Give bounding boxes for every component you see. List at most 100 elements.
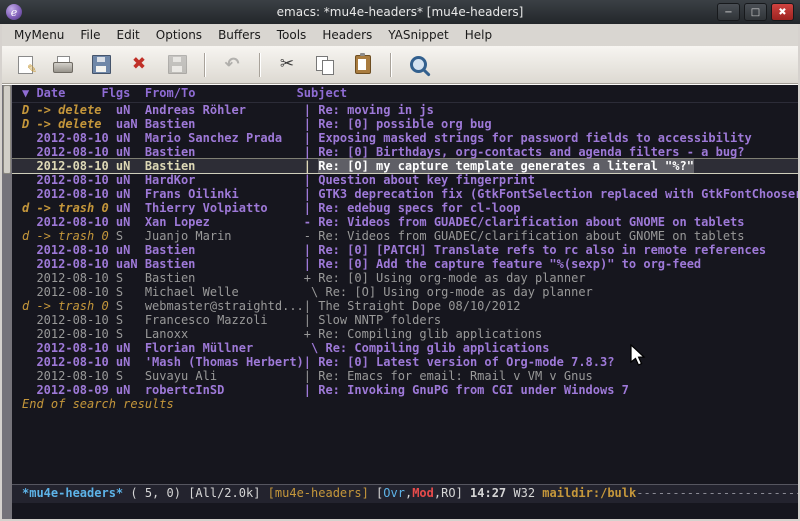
message-row[interactable]: D -> delete uaN Bastien | Re: [0] possib… (12, 117, 798, 131)
message-subject: Re: [0] Birthdays, org-contacts and agen… (318, 145, 744, 159)
kill-buffer-button[interactable]: ✖ (124, 51, 154, 79)
menu-headers[interactable]: Headers (314, 25, 380, 45)
column-header-flags[interactable]: Flgs (101, 86, 144, 100)
thread-prefix: | (304, 355, 318, 369)
message-flags: uN (116, 173, 145, 187)
thread-prefix: - (304, 215, 318, 229)
message-row[interactable]: 2012-08-10 uN Bastien | Re: [0] [PATCH] … (12, 243, 798, 257)
message-subject: Re: [O] my capture template generates a … (318, 159, 694, 173)
message-row[interactable]: 2012-08-10 S Suvayu Ali | Re: Emacs for … (12, 369, 798, 383)
message-subject: Re: [O] Using org-mode as day planner (325, 285, 592, 299)
message-row[interactable]: 2012-08-09 uN robertcInSD | Re: Invoking… (12, 383, 798, 397)
message-row[interactable]: d -> trash 0 S Juanjo Marin - Re: Videos… (12, 229, 798, 243)
menu-edit[interactable]: Edit (109, 25, 148, 45)
modeline-window-id: W32 (513, 486, 542, 500)
message-from: Francesco Mazzoli (145, 313, 304, 327)
message-subject: Re: [0] possible org bug (318, 117, 491, 131)
close-icon: ✖ (778, 7, 786, 18)
message-subject: Re: Videos from GUADEC/clarification abo… (318, 215, 744, 229)
modeline-dashes: ----------------------------------------… (636, 486, 798, 500)
menu-options[interactable]: Options (148, 25, 210, 45)
modeline-flag-bracket: ] (456, 486, 470, 500)
message-subject: Re: [0] Latest version of Org-mode 7.8.3… (318, 355, 614, 369)
window-controls: −□ ✖ (717, 3, 794, 21)
maximize-button[interactable]: □ (744, 3, 767, 21)
message-from: Suvayu Ali (145, 369, 304, 383)
message-subject: The Straight Dope 08/10/2012 (318, 299, 520, 313)
menu-tools[interactable]: Tools (269, 25, 315, 45)
paste-icon (353, 56, 373, 74)
new-file-icon: ✎ (15, 56, 35, 74)
message-flags: uN (116, 103, 145, 117)
message-row[interactable]: d -> trash 0 uN Thierry Volpiatto | Re: … (12, 201, 798, 215)
headers-column-line: ▼ Date Flgs From/To Subject (12, 85, 798, 103)
message-date: 2012-08-10 (22, 313, 116, 327)
modeline-flag-mod: Mod (412, 486, 434, 500)
message-row[interactable]: 2012-08-10 uaN Bastien | Re: [0] Add the… (12, 257, 798, 271)
mode-line: *mu4e-headers* ( 5, 0) [All/2.0k] [mu4e-… (12, 484, 798, 503)
thread-prefix: | (304, 145, 318, 159)
message-row[interactable]: 2012-08-10 S Lanoxx + Re: Compiling glib… (12, 327, 798, 341)
copy-button[interactable] (310, 51, 340, 79)
thread-prefix: | (304, 383, 318, 397)
message-flags: uN (116, 131, 145, 145)
save-button[interactable] (86, 51, 116, 79)
window-title: emacs: *mu4e-headers* [mu4e-headers] (0, 0, 800, 24)
menu-file[interactable]: File (72, 25, 108, 45)
column-header-from-to[interactable]: From/To (145, 86, 297, 100)
search-button[interactable] (403, 51, 433, 79)
message-row[interactable]: 2012-08-10 S Bastien + Re: [0] Using org… (12, 271, 798, 285)
message-row[interactable]: 2012-08-10 uN HardKor | Question about k… (12, 173, 798, 187)
message-row[interactable]: 2012-08-10 S Michael Welle \ Re: [O] Usi… (12, 285, 798, 299)
message-flags: uaN (116, 117, 145, 131)
message-row[interactable]: d -> trash 0 S webmaster@straightd...| T… (12, 299, 798, 313)
new-file-button[interactable]: ✎ (10, 51, 40, 79)
message-from: Bastien (145, 243, 304, 257)
thread-prefix: - (304, 229, 318, 243)
message-list: D -> delete uN Andreas Röhler | Re: movi… (12, 103, 798, 397)
cut-button[interactable]: ✂ (272, 51, 302, 79)
maximize-icon: □ (751, 7, 760, 18)
minimize-button[interactable]: − (717, 3, 740, 21)
message-date: D -> delete (22, 103, 116, 117)
message-row[interactable]: 2012-08-10 uN Florian Müllner \ Re: Comp… (12, 341, 798, 355)
thread-prefix: | (304, 159, 318, 173)
message-row[interactable]: D -> delete uN Andreas Röhler | Re: movi… (12, 103, 798, 117)
tool-bar: ✎ ✖ ↶ ✂ (2, 46, 798, 84)
thread-prefix: | (304, 299, 318, 313)
message-date: 2012-08-10 (22, 159, 116, 173)
message-row[interactable]: 2012-08-10 S Francesco Mazzoli | Slow NN… (12, 313, 798, 327)
menu-yasnippet[interactable]: YASnippet (380, 25, 457, 45)
thread-prefix: \ (304, 285, 326, 299)
message-from: Bastien (145, 117, 304, 131)
message-flags: S (116, 271, 145, 285)
paste-button[interactable] (348, 51, 378, 79)
message-row[interactable]: 2012-08-10 uN 'Mash (Thomas Herbert)| Re… (12, 355, 798, 369)
menu-mymenu[interactable]: MyMenu (6, 25, 72, 45)
message-row[interactable]: 2012-08-10 uN Xan Lopez - Re: Videos fro… (12, 215, 798, 229)
message-flags: uN (116, 355, 145, 369)
column-header-subject[interactable]: Subject (297, 86, 348, 100)
message-row[interactable]: 2012-08-10 uN Mario Sanchez Prada | Expo… (12, 131, 798, 145)
message-row[interactable]: 2012-08-10 uN Frans Oilinki | GTK3 depre… (12, 187, 798, 201)
scrollbar-thumb[interactable] (3, 85, 11, 174)
menu-help[interactable]: Help (457, 25, 500, 45)
message-from: Andreas Röhler (145, 103, 304, 117)
message-flags: S (116, 229, 145, 243)
message-subject: Slow NNTP folders (318, 313, 441, 327)
message-from: Xan Lopez (145, 215, 304, 229)
menu-buffers[interactable]: Buffers (210, 25, 269, 45)
print-button[interactable] (48, 51, 78, 79)
message-row[interactable]: 2012-08-10 uN Bastien | Re: [O] my captu… (12, 159, 798, 173)
titlebar[interactable]: e emacs: *mu4e-headers* [mu4e-headers] −… (0, 0, 800, 24)
message-date: 2012-08-10 (22, 271, 116, 285)
column-header-date[interactable]: ▼ Date (22, 86, 101, 100)
scrollbar[interactable] (2, 85, 12, 519)
mouse-cursor (630, 344, 648, 368)
menu-bar: MyMenuFileEditOptionsBuffersToolsHeaders… (2, 24, 798, 46)
close-button[interactable]: ✖ (771, 3, 794, 21)
echo-area[interactable] (12, 503, 798, 519)
message-date: 2012-08-10 (22, 327, 116, 341)
undo-icon: ↶ (222, 56, 242, 74)
message-row[interactable]: 2012-08-10 uN Bastien | Re: [0] Birthday… (12, 145, 798, 159)
